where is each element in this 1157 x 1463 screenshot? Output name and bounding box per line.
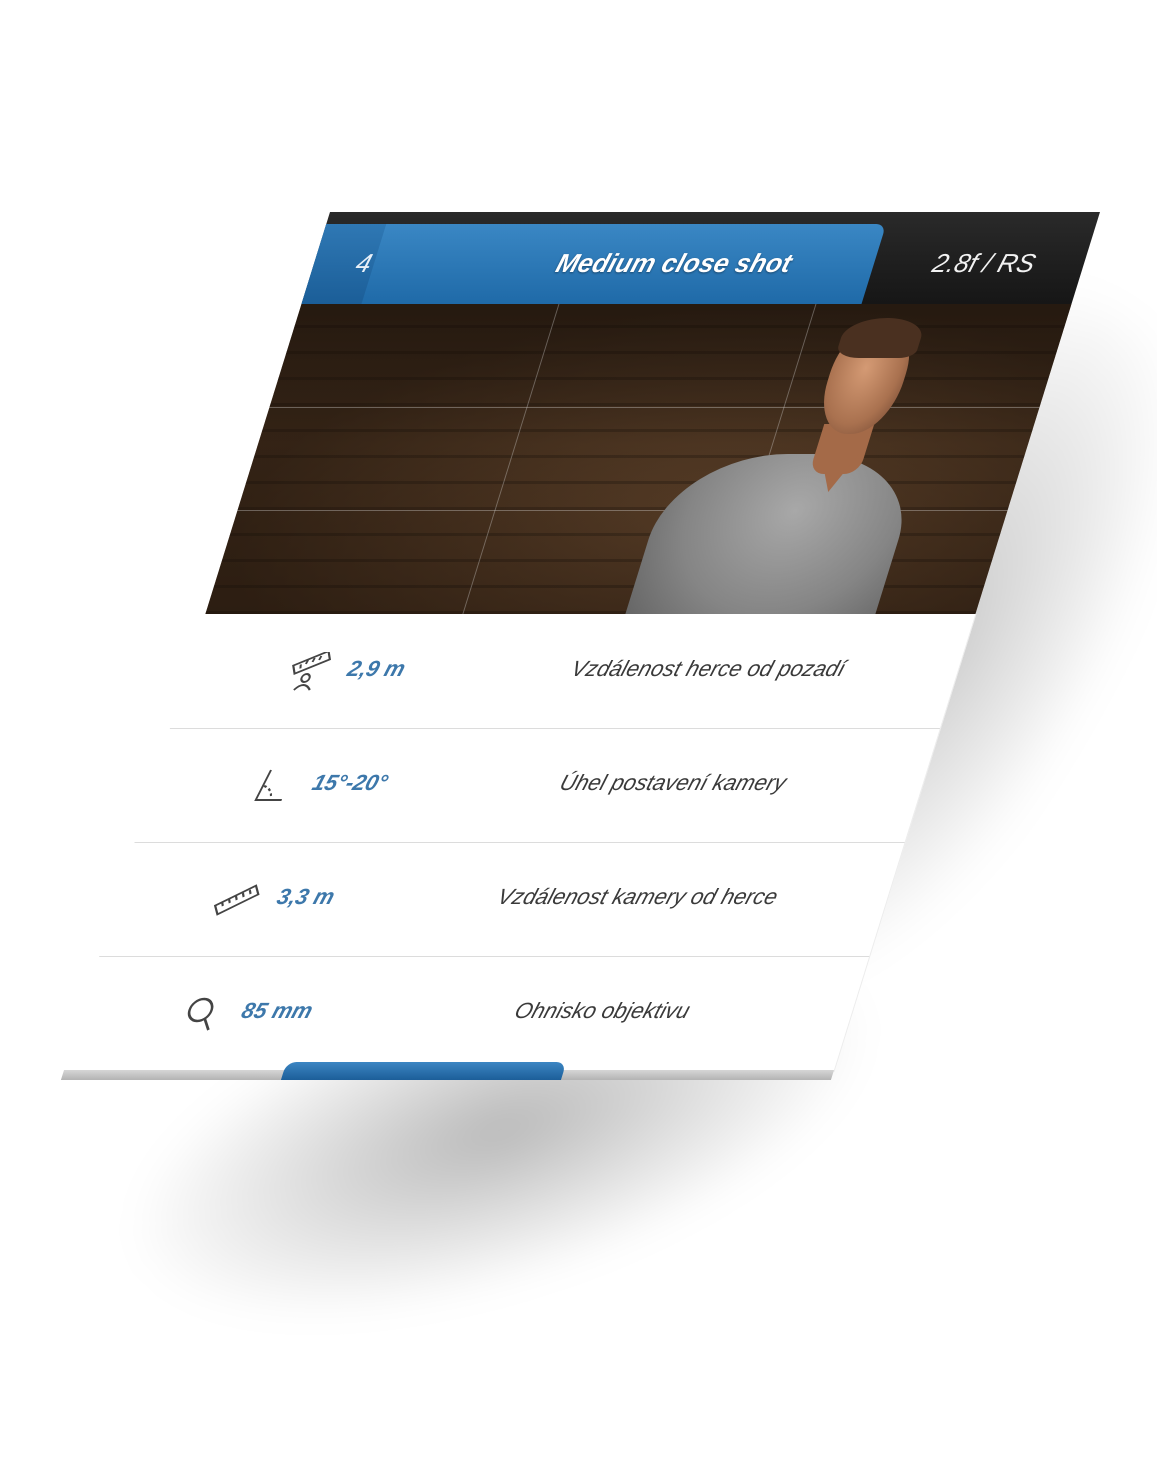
spec-value: 15°-20°	[309, 770, 391, 795]
shot-title[interactable]: Medium close shot	[459, 248, 889, 279]
mockup-stage: 4 Medium close shot 2.8f / RS 2,9 m Vzdá…	[0, 0, 1157, 1463]
phone-screen: 4 Medium close shot 2.8f / RS 2,9 m Vzdá…	[60, 212, 1101, 1080]
spec-row-background-distance[interactable]: 2,9 m Vzdálenost herce od pozadí	[169, 614, 976, 729]
aperture-setting[interactable]: 2.8f / RS	[879, 248, 1089, 279]
spec-label: Ohnisko objektivu	[511, 998, 694, 1023]
spec-label: Úhel postavení kamery	[556, 770, 790, 795]
ruler-person-icon	[279, 649, 335, 692]
spec-value: 3,3 m	[273, 884, 338, 909]
spec-label: Vzdálenost herce od pozadí	[568, 656, 849, 681]
shot-number: 4	[352, 248, 377, 278]
spec-row-camera-distance[interactable]: 3,3 m Vzdálenost kamery od herce	[99, 842, 905, 957]
grid-line-vertical	[462, 304, 560, 614]
actor-hair	[834, 318, 928, 358]
angle-icon	[244, 766, 300, 806]
shot-specs-list: 2,9 m Vzdálenost herce od pozadí 15°-20°…	[63, 614, 977, 1072]
ruler-icon	[209, 880, 265, 920]
spec-value: 2,9 m	[344, 656, 409, 681]
spec-row-camera-angle[interactable]: 15°-20° Úhel postavení kamery	[134, 728, 941, 843]
actor-figure	[602, 318, 945, 614]
grid-line-horizontal	[269, 407, 1040, 408]
lens-magnifier-icon	[173, 994, 229, 1034]
spec-label: Vzdálenost kamery od herce	[494, 884, 782, 909]
actor-photo	[205, 304, 1072, 614]
spec-value: 85 mm	[238, 998, 317, 1023]
actor-shirt	[616, 454, 925, 614]
shot-header: 4 Medium close shot 2.8f / RS	[301, 212, 1101, 304]
bottom-tab-handle[interactable]	[280, 1062, 567, 1080]
spec-row-focal-length[interactable]: 85 mm Ohnisko objektivu	[64, 956, 869, 1070]
